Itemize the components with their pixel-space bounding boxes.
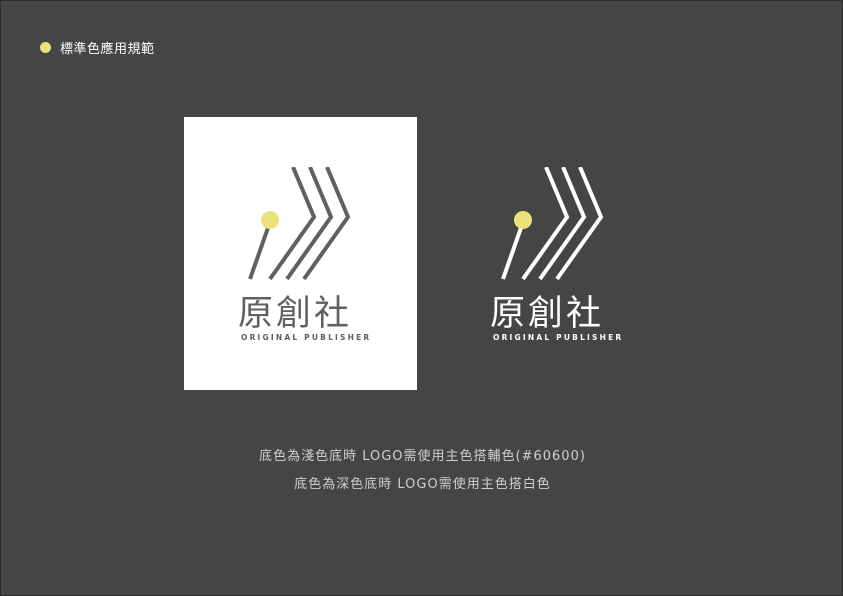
caption-dark-background: 底色為深色底時 LOGO需使用主色搭白色 bbox=[294, 477, 551, 492]
section-header: 標準色應用規範 bbox=[40, 38, 155, 57]
artboard: 標準色應用規範 原創社 ORIGINAL PUBLISHER 原創社 ORIGI… bbox=[0, 0, 843, 596]
light-background-panel: 原創社 ORIGINAL PUBLISHER bbox=[184, 117, 417, 390]
logo-name-reverse: 原創社 bbox=[490, 294, 605, 334]
section-title: 標準色應用規範 bbox=[60, 42, 155, 57]
logo-mark-reverse-icon bbox=[501, 167, 604, 281]
logo-name: 原創社 bbox=[238, 294, 353, 334]
bullet-dot-icon bbox=[40, 42, 51, 53]
caption-light-background: 底色為淺色底時 LOGO需使用主色搭輔色(#60600) bbox=[259, 449, 586, 464]
logo-mark-icon bbox=[248, 167, 351, 281]
logo-tagline-reverse: ORIGINAL PUBLISHER bbox=[493, 333, 624, 342]
logo-tagline: ORIGINAL PUBLISHER bbox=[241, 333, 372, 342]
